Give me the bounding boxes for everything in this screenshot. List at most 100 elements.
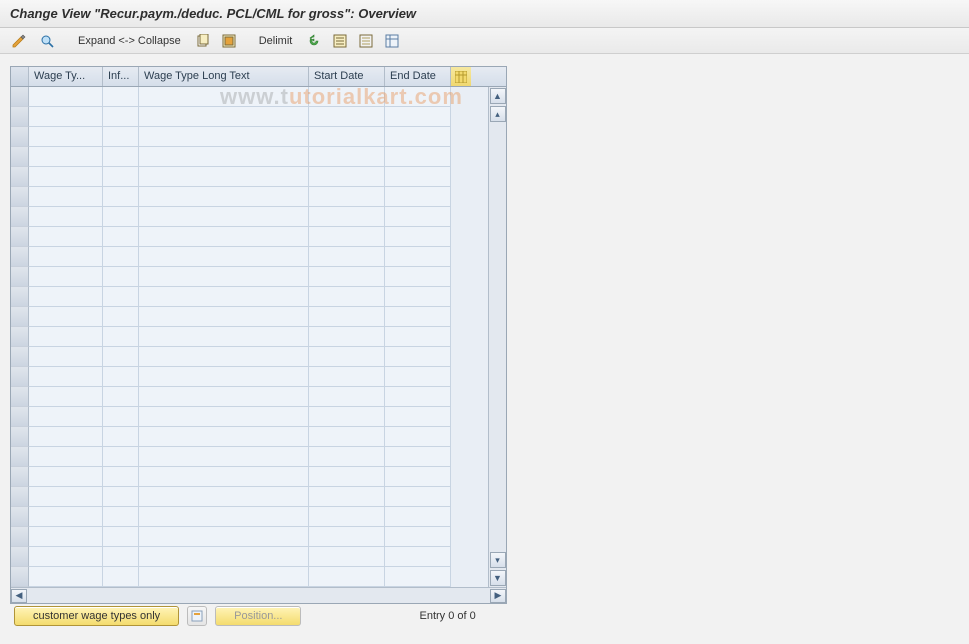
cell-wage-long-text[interactable] (139, 207, 309, 227)
col-header-wage-type[interactable]: Wage Ty... (29, 67, 103, 86)
cell-start-date[interactable] (309, 567, 385, 587)
cell-wage-type[interactable] (29, 407, 103, 427)
row-selector[interactable] (11, 507, 29, 527)
table-row[interactable] (11, 127, 488, 147)
cell-wage-long-text[interactable] (139, 127, 309, 147)
table-row[interactable] (11, 147, 488, 167)
cell-start-date[interactable] (309, 247, 385, 267)
cell-wage-long-text[interactable] (139, 467, 309, 487)
cell-start-date[interactable] (309, 167, 385, 187)
cell-start-date[interactable] (309, 187, 385, 207)
cell-wage-type[interactable] (29, 327, 103, 347)
row-selector[interactable] (11, 367, 29, 387)
cell-start-date[interactable] (309, 207, 385, 227)
cell-infotype[interactable] (103, 167, 139, 187)
cell-end-date[interactable] (385, 467, 451, 487)
cell-start-date[interactable] (309, 427, 385, 447)
cell-wage-long-text[interactable] (139, 327, 309, 347)
cell-start-date[interactable] (309, 367, 385, 387)
scroll-down-step-icon[interactable]: ▾ (490, 552, 506, 568)
cell-start-date[interactable] (309, 547, 385, 567)
row-selector[interactable] (11, 467, 29, 487)
cell-wage-type[interactable] (29, 547, 103, 567)
cell-end-date[interactable] (385, 327, 451, 347)
cell-wage-long-text[interactable] (139, 347, 309, 367)
cell-start-date[interactable] (309, 87, 385, 107)
expand-collapse-button[interactable]: Expand <-> Collapse (72, 32, 187, 50)
hscroll-track[interactable] (27, 589, 490, 603)
table-row[interactable] (11, 307, 488, 327)
cell-start-date[interactable] (309, 287, 385, 307)
cell-wage-long-text[interactable] (139, 87, 309, 107)
table-configure-icon[interactable] (451, 67, 471, 86)
row-selector[interactable] (11, 147, 29, 167)
row-selector[interactable] (11, 207, 29, 227)
cell-start-date[interactable] (309, 147, 385, 167)
cell-wage-type[interactable] (29, 247, 103, 267)
cell-infotype[interactable] (103, 447, 139, 467)
cell-end-date[interactable] (385, 147, 451, 167)
cell-infotype[interactable] (103, 527, 139, 547)
cell-start-date[interactable] (309, 467, 385, 487)
cell-end-date[interactable] (385, 387, 451, 407)
cell-end-date[interactable] (385, 567, 451, 587)
row-selector[interactable] (11, 287, 29, 307)
cell-start-date[interactable] (309, 127, 385, 147)
cell-end-date[interactable] (385, 487, 451, 507)
row-selector[interactable] (11, 247, 29, 267)
cell-infotype[interactable] (103, 547, 139, 567)
col-header-infotype[interactable]: Inf... (103, 67, 139, 86)
cell-wage-long-text[interactable] (139, 267, 309, 287)
table-row[interactable] (11, 107, 488, 127)
cell-wage-type[interactable] (29, 367, 103, 387)
scroll-up-step-icon[interactable]: ▴ (490, 106, 506, 122)
cell-infotype[interactable] (103, 347, 139, 367)
cell-infotype[interactable] (103, 287, 139, 307)
cell-infotype[interactable] (103, 107, 139, 127)
cell-wage-type[interactable] (29, 467, 103, 487)
cell-infotype[interactable] (103, 227, 139, 247)
cell-end-date[interactable] (385, 167, 451, 187)
cell-wage-type[interactable] (29, 287, 103, 307)
table-row[interactable] (11, 427, 488, 447)
cell-wage-type[interactable] (29, 307, 103, 327)
col-header-wage-long-text[interactable]: Wage Type Long Text (139, 67, 309, 86)
cell-start-date[interactable] (309, 507, 385, 527)
cell-wage-type[interactable] (29, 207, 103, 227)
cell-infotype[interactable] (103, 567, 139, 587)
cell-end-date[interactable] (385, 547, 451, 567)
position-button[interactable]: Position... (215, 606, 301, 626)
row-selector[interactable] (11, 327, 29, 347)
selection-criteria-icon[interactable] (36, 32, 58, 50)
cell-end-date[interactable] (385, 427, 451, 447)
cell-end-date[interactable] (385, 127, 451, 147)
cell-wage-long-text[interactable] (139, 367, 309, 387)
cell-infotype[interactable] (103, 147, 139, 167)
cell-infotype[interactable] (103, 307, 139, 327)
cell-end-date[interactable] (385, 247, 451, 267)
cell-wage-long-text[interactable] (139, 247, 309, 267)
cell-end-date[interactable] (385, 347, 451, 367)
table-row[interactable] (11, 507, 488, 527)
cell-infotype[interactable] (103, 487, 139, 507)
copy-icon[interactable] (193, 32, 213, 50)
row-selector[interactable] (11, 487, 29, 507)
cell-end-date[interactable] (385, 307, 451, 327)
table-settings-icon[interactable] (382, 32, 402, 50)
cell-infotype[interactable] (103, 127, 139, 147)
row-selector[interactable] (11, 87, 29, 107)
cell-wage-long-text[interactable] (139, 307, 309, 327)
cell-start-date[interactable] (309, 387, 385, 407)
cell-wage-type[interactable] (29, 227, 103, 247)
col-header-end-date[interactable]: End Date (385, 67, 451, 86)
cell-wage-long-text[interactable] (139, 427, 309, 447)
table-row[interactable] (11, 547, 488, 567)
row-selector[interactable] (11, 427, 29, 447)
cell-end-date[interactable] (385, 287, 451, 307)
deselect-all-icon[interactable] (356, 32, 376, 50)
cell-infotype[interactable] (103, 267, 139, 287)
cell-infotype[interactable] (103, 187, 139, 207)
cell-end-date[interactable] (385, 107, 451, 127)
cell-wage-type[interactable] (29, 507, 103, 527)
cell-end-date[interactable] (385, 267, 451, 287)
